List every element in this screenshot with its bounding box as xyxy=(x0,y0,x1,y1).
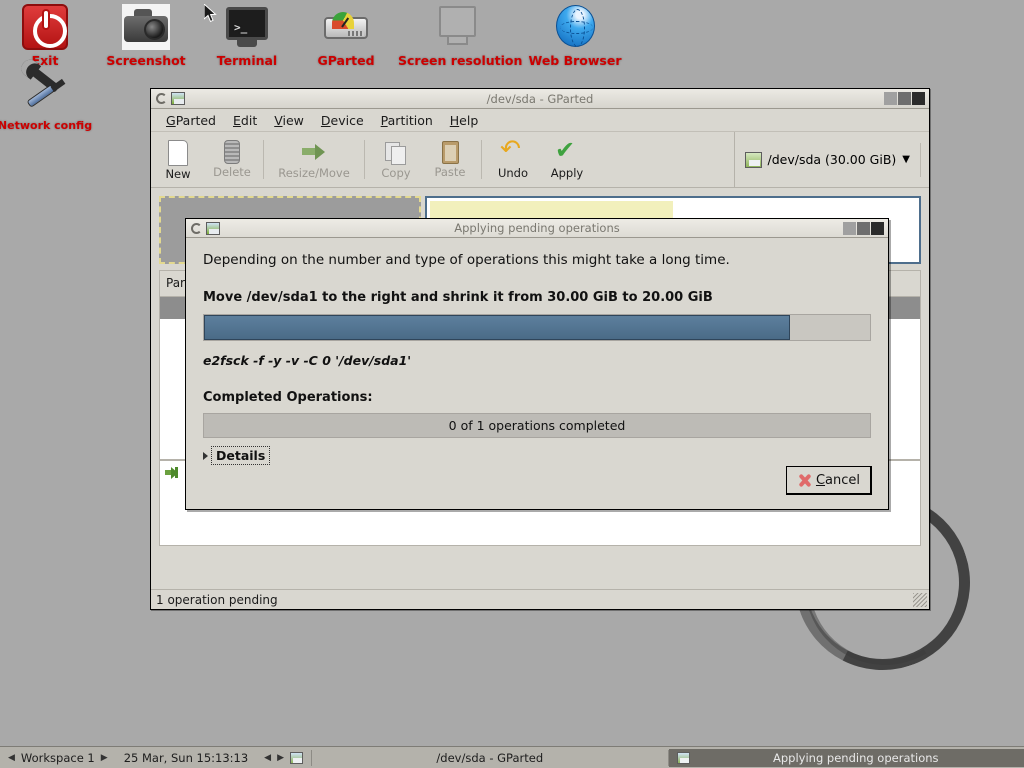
gparted-window-icon xyxy=(676,751,690,764)
disk-gauge-icon xyxy=(322,4,370,50)
toolbar-separator xyxy=(364,140,365,179)
task-button-label: Applying pending operations xyxy=(773,750,939,765)
current-operation-label: Move /dev/sda1 to the right and shrink i… xyxy=(203,290,713,305)
details-expander[interactable]: Details xyxy=(203,446,871,465)
chevron-right-icon xyxy=(203,451,208,460)
monitor-icon xyxy=(433,4,481,50)
desktop-icon-web-browser[interactable]: Web Browser xyxy=(520,4,630,68)
toolbar-button-label: Delete xyxy=(213,165,251,179)
toolbar-copy-button[interactable]: Copy xyxy=(369,132,423,187)
delete-icon xyxy=(224,140,240,164)
gparted-window-icon xyxy=(290,751,304,764)
resize-grip[interactable] xyxy=(913,592,927,607)
desktop-icon-label: Network config xyxy=(0,119,93,132)
toolbar-resize-move-button[interactable]: Resize/Move xyxy=(268,132,360,187)
desktop-icon-network-config[interactable]: Network config xyxy=(0,63,100,132)
desktop-icon-label: GParted xyxy=(317,53,375,68)
menu-gparted[interactable]: GGPartedParted xyxy=(159,110,223,131)
toolbar-separator xyxy=(263,140,264,179)
applying-operations-dialog: Applying pending operations Depending on… xyxy=(185,218,889,510)
dialog-titlebar[interactable]: Applying pending operations xyxy=(186,219,888,238)
copy-icon xyxy=(383,139,409,165)
cancel-x-icon xyxy=(797,473,812,488)
desktop-icon-label: Web Browser xyxy=(528,53,622,68)
desktop-icon-label: Terminal xyxy=(216,53,278,68)
device-selector-value: /dev/sda (30.00 GiB) xyxy=(767,152,897,167)
operation-progress-bar xyxy=(203,314,871,341)
current-command-text: e2fsck -f -y -v -C 0 '/dev/sda1' xyxy=(203,353,412,368)
completed-operations-label: Completed Operations: xyxy=(203,390,373,405)
toolbar-undo-button[interactable]: Undo xyxy=(486,132,540,187)
menu-partition[interactable]: Partition xyxy=(374,110,440,131)
cancel-button[interactable]: Cancel xyxy=(786,466,872,495)
task-list-pager[interactable]: ◀ ▶ xyxy=(256,747,311,768)
power-exit-icon xyxy=(22,4,68,50)
hard-disk-icon xyxy=(744,151,762,168)
task-button-applying-operations[interactable]: Applying pending operations xyxy=(668,748,1024,767)
task-button-gparted[interactable]: /dev/sda - GParted xyxy=(312,749,668,767)
cancel-button-label: Cancel xyxy=(815,472,861,488)
toolbar-button-label: New xyxy=(165,166,191,181)
resize-move-icon xyxy=(301,139,327,165)
completed-operations-progress-bar: 0 of 1 operations completed xyxy=(203,413,871,438)
resize-move-icon xyxy=(165,466,180,479)
terminal-icon xyxy=(223,4,271,50)
paste-icon xyxy=(441,140,459,164)
menu-help[interactable]: Help xyxy=(443,110,486,131)
desktop-icon-screen-resolution[interactable]: Screen resolution xyxy=(398,4,523,68)
status-text: 1 operation pending xyxy=(156,592,278,607)
taskbar: ◀ Workspace 1 ▶ 25 Mar, Sun 15:13:13 ◀ ▶… xyxy=(0,746,1024,768)
dialog-title: Applying pending operations xyxy=(454,221,620,235)
desktop-icon-label: Screenshot xyxy=(106,53,186,68)
task-next-arrow[interactable]: ▶ xyxy=(277,753,284,763)
window-title: /dev/sda - GParted xyxy=(486,91,594,106)
workspace-next-arrow[interactable]: ▶ xyxy=(101,753,108,763)
undo-icon xyxy=(500,134,526,165)
workspace-switcher[interactable]: ◀ Workspace 1 ▶ xyxy=(0,747,116,768)
desktop-icon-exit[interactable]: Exit xyxy=(0,4,100,68)
toolbar-button-label: Apply xyxy=(550,166,584,180)
toolbar-separator xyxy=(920,142,921,177)
clock-text: 25 Mar, Sun 15:13:13 xyxy=(123,750,249,765)
mouse-cursor xyxy=(204,4,217,23)
wrench-screwdriver-icon xyxy=(21,63,69,116)
operation-progress-fill xyxy=(204,315,791,340)
workspace-label: Workspace 1 xyxy=(20,750,95,765)
camera-icon xyxy=(122,4,170,50)
desktop-icon-label: Screen resolution xyxy=(398,53,523,68)
desktop-icon-label: Exit xyxy=(31,53,59,68)
desktop-icon-screenshot[interactable]: Screenshot xyxy=(91,4,201,68)
toolbar-button-label: Paste xyxy=(434,164,466,179)
toolbar-new-button[interactable]: New xyxy=(151,132,205,187)
menu-device[interactable]: Device xyxy=(314,110,371,131)
clock[interactable]: 25 Mar, Sun 15:13:13 xyxy=(116,747,256,768)
toolbar-button-label: Undo xyxy=(497,166,529,180)
toolbar-separator xyxy=(481,140,482,179)
task-button-label: /dev/sda - GParted xyxy=(436,750,544,765)
window-titlebar[interactable]: /dev/sda - GParted xyxy=(151,89,929,109)
desktop-icon-gparted[interactable]: GParted xyxy=(291,4,401,68)
toolbar: New Delete Resize/Move Copy Paste Undo A… xyxy=(151,132,929,188)
task-prev-arrow[interactable]: ◀ xyxy=(264,753,271,763)
toolbar-button-label: Resize/Move xyxy=(278,166,350,180)
menubar: GGPartedParted Edit View Device Partitio… xyxy=(151,109,929,132)
toolbar-delete-button[interactable]: Delete xyxy=(205,132,259,187)
dialog-intro-text: Depending on the number and type of oper… xyxy=(203,252,730,268)
completed-operations-text: 0 of 1 operations completed xyxy=(448,418,626,433)
device-selector[interactable]: /dev/sda (30.00 GiB) ▼ xyxy=(733,132,929,187)
toolbar-apply-button[interactable]: Apply xyxy=(540,132,594,187)
menu-edit[interactable]: Edit xyxy=(226,110,264,131)
toolbar-button-label: Copy xyxy=(381,166,411,180)
details-button-label[interactable]: Details xyxy=(211,446,271,465)
toolbar-paste-button[interactable]: Paste xyxy=(423,132,477,187)
new-partition-icon xyxy=(168,139,188,166)
workspace-prev-arrow[interactable]: ◀ xyxy=(8,753,15,763)
apply-check-icon xyxy=(554,136,580,165)
chevron-down-icon[interactable]: ▼ xyxy=(902,154,910,165)
statusbar: 1 operation pending xyxy=(151,589,929,609)
menu-view[interactable]: View xyxy=(267,110,311,131)
globe-icon xyxy=(551,4,599,50)
